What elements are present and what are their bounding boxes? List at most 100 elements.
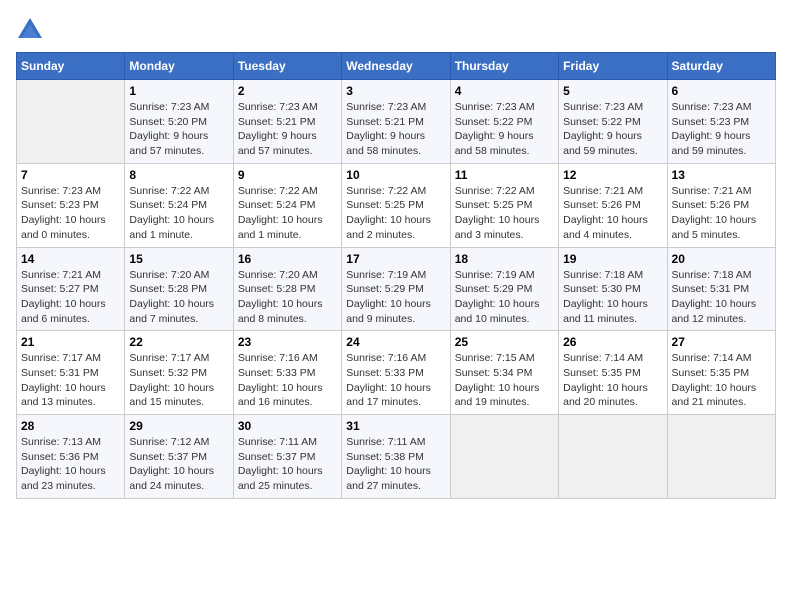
day-header: Friday <box>559 53 667 80</box>
day-number: 23 <box>238 335 337 349</box>
day-info: Sunrise: 7:13 AMSunset: 5:36 PMDaylight:… <box>21 435 120 494</box>
day-info: Sunrise: 7:18 AMSunset: 5:31 PMDaylight:… <box>672 268 771 327</box>
calendar-week-row: 1Sunrise: 7:23 AMSunset: 5:20 PMDaylight… <box>17 80 776 164</box>
calendar-cell: 5 Sunrise: 7:23 AMSunset: 5:22 PMDaylight… <box>559 80 667 164</box>
calendar-cell: 18 Sunrise: 7:19 AMSunset: 5:29 PMDayligh… <box>450 247 558 331</box>
calendar-cell <box>559 415 667 499</box>
calendar-body: 1Sunrise: 7:23 AMSunset: 5:20 PMDaylight… <box>17 80 776 499</box>
day-number: 28 <box>21 419 120 433</box>
calendar-cell: 17 Sunrise: 7:19 AMSunset: 5:29 PMDayligh… <box>342 247 450 331</box>
calendar-cell: 19 Sunrise: 7:18 AMSunset: 5:30 PMDayligh… <box>559 247 667 331</box>
day-number: 29 <box>129 419 228 433</box>
day-info: Sunrise: 7:21 AMSunset: 5:27 PMDaylight:… <box>21 268 120 327</box>
day-info: Sunrise: 7:23 AMSunset: 5:23 PMDaylight:… <box>21 184 120 243</box>
day-number: 21 <box>21 335 120 349</box>
day-info: Sunrise: 7:23 AMSunset: 5:23 PMDaylight:… <box>672 100 771 159</box>
day-number: 8 <box>129 168 228 182</box>
day-info: Sunrise: 7:23 AMSunset: 5:22 PMDaylight:… <box>455 100 554 159</box>
calendar-cell: 10 Sunrise: 7:22 AMSunset: 5:25 PMDayligh… <box>342 163 450 247</box>
calendar-cell: 31 Sunrise: 7:11 AMSunset: 5:38 PMDayligh… <box>342 415 450 499</box>
day-number: 17 <box>346 252 445 266</box>
calendar-cell: 13 Sunrise: 7:21 AMSunset: 5:26 PMDayligh… <box>667 163 775 247</box>
calendar-cell: 20 Sunrise: 7:18 AMSunset: 5:31 PMDayligh… <box>667 247 775 331</box>
day-info: Sunrise: 7:23 AMSunset: 5:21 PMDaylight:… <box>238 100 337 159</box>
day-info: Sunrise: 7:11 AMSunset: 5:37 PMDaylight:… <box>238 435 337 494</box>
day-number: 26 <box>563 335 662 349</box>
day-info: Sunrise: 7:21 AMSunset: 5:26 PMDaylight:… <box>563 184 662 243</box>
calendar-cell: 28 Sunrise: 7:13 AMSunset: 5:36 PMDayligh… <box>17 415 125 499</box>
day-number: 9 <box>238 168 337 182</box>
day-info: Sunrise: 7:11 AMSunset: 5:38 PMDaylight:… <box>346 435 445 494</box>
day-info: Sunrise: 7:18 AMSunset: 5:30 PMDaylight:… <box>563 268 662 327</box>
day-info: Sunrise: 7:12 AMSunset: 5:37 PMDaylight:… <box>129 435 228 494</box>
day-info: Sunrise: 7:15 AMSunset: 5:34 PMDaylight:… <box>455 351 554 410</box>
day-info: Sunrise: 7:22 AMSunset: 5:25 PMDaylight:… <box>346 184 445 243</box>
calendar-cell: 14 Sunrise: 7:21 AMSunset: 5:27 PMDayligh… <box>17 247 125 331</box>
day-number: 19 <box>563 252 662 266</box>
day-number: 7 <box>21 168 120 182</box>
logo <box>16 16 48 44</box>
day-number: 15 <box>129 252 228 266</box>
day-number: 3 <box>346 84 445 98</box>
calendar-cell: 2Sunrise: 7:23 AMSunset: 5:21 PMDaylight… <box>233 80 341 164</box>
calendar-cell: 21 Sunrise: 7:17 AMSunset: 5:31 PMDayligh… <box>17 331 125 415</box>
day-info: Sunrise: 7:17 AMSunset: 5:31 PMDaylight:… <box>21 351 120 410</box>
day-number: 4 <box>455 84 554 98</box>
calendar-week-row: 14 Sunrise: 7:21 AMSunset: 5:27 PMDayligh… <box>17 247 776 331</box>
day-number: 16 <box>238 252 337 266</box>
day-info: Sunrise: 7:22 AMSunset: 5:24 PMDaylight:… <box>238 184 337 243</box>
day-info: Sunrise: 7:19 AMSunset: 5:29 PMDaylight:… <box>455 268 554 327</box>
day-info: Sunrise: 7:14 AMSunset: 5:35 PMDaylight:… <box>672 351 771 410</box>
day-header: Saturday <box>667 53 775 80</box>
calendar-cell: 3Sunrise: 7:23 AMSunset: 5:21 PMDaylight… <box>342 80 450 164</box>
day-number: 14 <box>21 252 120 266</box>
calendar-week-row: 7 Sunrise: 7:23 AMSunset: 5:23 PMDaylight… <box>17 163 776 247</box>
day-info: Sunrise: 7:17 AMSunset: 5:32 PMDaylight:… <box>129 351 228 410</box>
calendar-cell: 12 Sunrise: 7:21 AMSunset: 5:26 PMDayligh… <box>559 163 667 247</box>
day-info: Sunrise: 7:20 AMSunset: 5:28 PMDaylight:… <box>238 268 337 327</box>
day-number: 18 <box>455 252 554 266</box>
day-number: 5 <box>563 84 662 98</box>
calendar-cell: 16 Sunrise: 7:20 AMSunset: 5:28 PMDayligh… <box>233 247 341 331</box>
calendar-cell <box>667 415 775 499</box>
calendar-cell: 1Sunrise: 7:23 AMSunset: 5:20 PMDaylight… <box>125 80 233 164</box>
calendar-cell: 22 Sunrise: 7:17 AMSunset: 5:32 PMDayligh… <box>125 331 233 415</box>
day-header: Tuesday <box>233 53 341 80</box>
day-info: Sunrise: 7:22 AMSunset: 5:24 PMDaylight:… <box>129 184 228 243</box>
day-header: Sunday <box>17 53 125 80</box>
calendar-week-row: 21 Sunrise: 7:17 AMSunset: 5:31 PMDayligh… <box>17 331 776 415</box>
day-number: 6 <box>672 84 771 98</box>
day-info: Sunrise: 7:21 AMSunset: 5:26 PMDaylight:… <box>672 184 771 243</box>
day-number: 1 <box>129 84 228 98</box>
day-info: Sunrise: 7:20 AMSunset: 5:28 PMDaylight:… <box>129 268 228 327</box>
day-number: 30 <box>238 419 337 433</box>
calendar-cell: 7 Sunrise: 7:23 AMSunset: 5:23 PMDaylight… <box>17 163 125 247</box>
calendar-cell: 27Sunrise: 7:14 AMSunset: 5:35 PMDayligh… <box>667 331 775 415</box>
calendar-header: SundayMondayTuesdayWednesdayThursdayFrid… <box>17 53 776 80</box>
calendar-cell: 8 Sunrise: 7:22 AMSunset: 5:24 PMDaylight… <box>125 163 233 247</box>
day-number: 20 <box>672 252 771 266</box>
day-number: 12 <box>563 168 662 182</box>
day-number: 22 <box>129 335 228 349</box>
calendar-table: SundayMondayTuesdayWednesdayThursdayFrid… <box>16 52 776 499</box>
page-header <box>16 16 776 44</box>
calendar-cell: 11Sunrise: 7:22 AMSunset: 5:25 PMDayligh… <box>450 163 558 247</box>
day-header: Wednesday <box>342 53 450 80</box>
day-info: Sunrise: 7:23 AMSunset: 5:22 PMDaylight:… <box>563 100 662 159</box>
day-number: 13 <box>672 168 771 182</box>
day-number: 11 <box>455 168 554 182</box>
day-number: 24 <box>346 335 445 349</box>
day-header: Monday <box>125 53 233 80</box>
day-number: 25 <box>455 335 554 349</box>
calendar-cell: 29 Sunrise: 7:12 AMSunset: 5:37 PMDayligh… <box>125 415 233 499</box>
day-info: Sunrise: 7:19 AMSunset: 5:29 PMDaylight:… <box>346 268 445 327</box>
day-number: 10 <box>346 168 445 182</box>
calendar-cell: 26Sunrise: 7:14 AMSunset: 5:35 PMDayligh… <box>559 331 667 415</box>
calendar-cell <box>450 415 558 499</box>
calendar-week-row: 28 Sunrise: 7:13 AMSunset: 5:36 PMDayligh… <box>17 415 776 499</box>
logo-icon <box>16 16 44 44</box>
calendar-cell: 25 Sunrise: 7:15 AMSunset: 5:34 PMDayligh… <box>450 331 558 415</box>
day-number: 31 <box>346 419 445 433</box>
day-header: Thursday <box>450 53 558 80</box>
calendar-cell: 6 Sunrise: 7:23 AMSunset: 5:23 PMDaylight… <box>667 80 775 164</box>
